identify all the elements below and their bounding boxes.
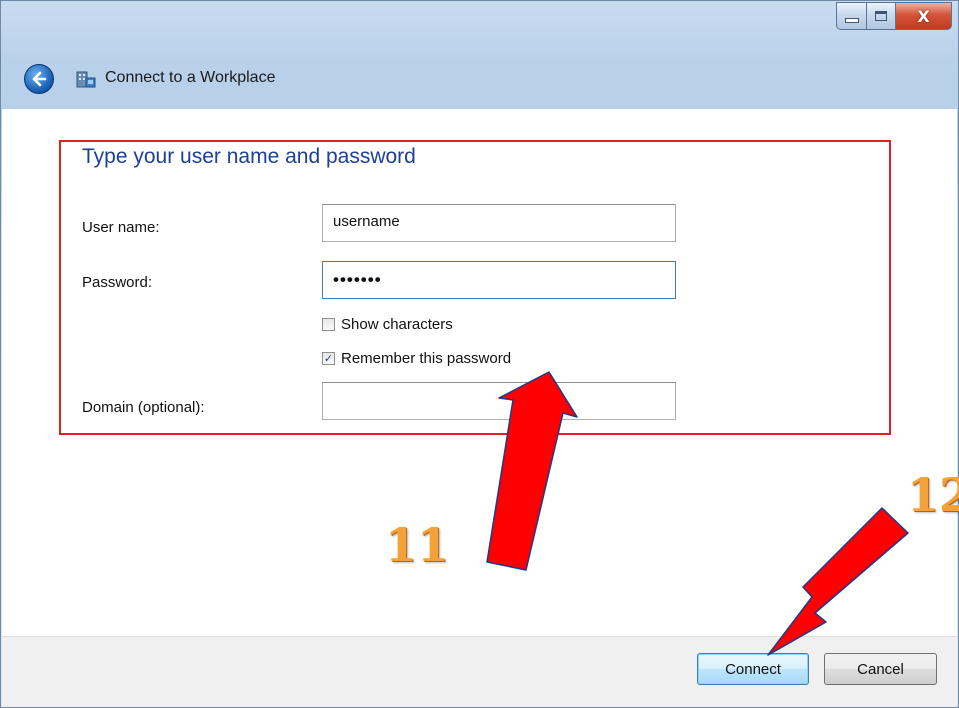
maximize-button[interactable] — [867, 2, 896, 30]
close-button[interactable]: X — [896, 2, 952, 30]
content-panel: Type your user name and password User na… — [2, 109, 957, 636]
window-controls: X — [836, 2, 952, 30]
show-characters-label: Show characters — [341, 316, 453, 333]
checkmark-icon: ✓ — [323, 352, 334, 365]
step-11-label: 11 — [385, 518, 450, 572]
page-heading: Type your user name and password — [82, 145, 416, 168]
maximize-icon — [875, 11, 887, 21]
wizard-title: Connect to a Workplace — [105, 69, 276, 86]
domain-field[interactable] — [322, 382, 676, 420]
username-label: User name: — [82, 219, 160, 236]
domain-label: Domain (optional): — [82, 399, 205, 416]
network-workplace-icon — [76, 71, 96, 88]
minimize-button[interactable] — [836, 2, 867, 30]
back-button[interactable] — [24, 64, 54, 94]
cancel-button[interactable]: Cancel — [824, 653, 937, 685]
password-label: Password: — [82, 274, 153, 291]
show-characters-checkbox[interactable] — [322, 318, 335, 331]
remember-password-label: Remember this password — [341, 350, 512, 367]
navigation-bar: Connect to a Workplace — [1, 53, 958, 103]
connect-to-workplace-window: X Connect to a Workplace Type your user … — [0, 0, 959, 708]
show-characters-option[interactable]: Show characters — [322, 316, 453, 333]
password-field[interactable]: ••••••• — [322, 261, 676, 299]
connect-button[interactable]: Connect — [697, 653, 809, 685]
step-12-label: 12 — [907, 468, 959, 522]
password-mask: ••••••• — [333, 270, 382, 289]
minimize-icon — [844, 18, 859, 23]
button-bar: Connect Cancel — [2, 636, 957, 707]
back-arrow-icon — [32, 71, 47, 87]
remember-password-option[interactable]: ✓ Remember this password — [322, 350, 511, 367]
close-icon: X — [917, 6, 930, 26]
remember-password-checkbox[interactable]: ✓ — [322, 352, 335, 365]
title-bar[interactable]: X — [1, 1, 958, 47]
username-field[interactable]: username — [322, 204, 676, 242]
